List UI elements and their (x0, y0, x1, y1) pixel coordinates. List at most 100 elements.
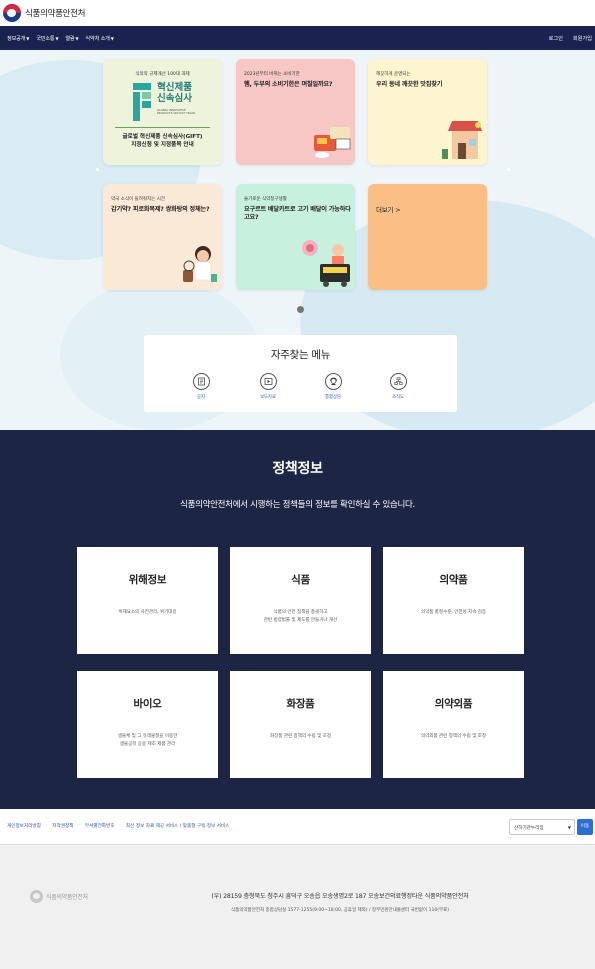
notice-icon (192, 373, 210, 390)
policy-card-cosmetics[interactable]: 화장품 화장품 관련 정책의 수립 및 조정 (230, 671, 371, 778)
restaurant-illustration (442, 121, 482, 159)
banner-card-more[interactable]: 더보기 > (368, 184, 487, 290)
quick-menu-item-notice[interactable]: 공지 (181, 373, 221, 400)
quick-menu-label: 공지 (197, 395, 205, 400)
food-package-illustration (314, 127, 351, 158)
nav-item-about[interactable]: 식약처 소개▼ (85, 35, 113, 42)
chevron-down-icon: ▼ (567, 825, 571, 830)
government-emblem-icon[interactable] (3, 4, 21, 22)
caret-down-icon: ▼ (110, 35, 114, 41)
select-value: 산하기관누리집 (514, 826, 544, 831)
banner-description: 글로벌 혁신제품 신속심사(GIFT) 지정신청 및 지정품목 안내 (103, 133, 222, 150)
banner-subtitle: 식의약 규제개선 100대 과제 (135, 72, 190, 77)
header: 식품의약품안전처 (0, 0, 595, 26)
banner-description-line: 지정신청 및 지정품목 안내 (131, 142, 194, 149)
footer-logo: 식품의약품안전처 (30, 890, 88, 903)
footer-contact: 식품의약품안전처 종합상담실 1577-1255(9:00~18:00, 공휴일… (231, 908, 449, 913)
privacy-policy-link[interactable]: 개인정보처리방침 (7, 823, 41, 829)
policy-title: 정책정보 (272, 461, 323, 477)
banner-card-expiry[interactable]: 2023년부터 바뀌는 소비기한 햄, 두부의 소비기한은 며칠일까요? (236, 59, 355, 165)
banner-subtitle: 깨끗하게 운영되는 (376, 72, 411, 77)
caret-down-icon: ▼ (55, 35, 59, 41)
affiliated-sites-select[interactable]: 산하기관누리집 ▼ (509, 819, 575, 835)
signup-link[interactable]: 회원가입 (573, 35, 592, 42)
quick-menu-label: 조직도 (392, 395, 404, 400)
consult-icon (324, 373, 342, 390)
nav-item-label: 정보공개 (7, 35, 26, 42)
policy-card-title: 의약외품 (434, 698, 473, 710)
banner-subtitle: 약국 소식이 들려줘지는 시간 (111, 197, 165, 202)
carousel-side-dot (96, 168, 99, 171)
quick-menu-item-press[interactable]: 보도자료 (248, 373, 288, 400)
copyright-policy-link[interactable]: 저작권정책 (52, 823, 73, 829)
nav-menu: 정보공개▼ 국민소통▼ 열람▼ 식약처 소개▼ (7, 35, 114, 42)
policy-card-title: 위해정보 (128, 574, 167, 586)
nav-item-info-disclosure[interactable]: 정보공개▼ (7, 35, 29, 42)
nav-item-communication[interactable]: 국민소통▼ (36, 35, 58, 42)
gift-logo-tagline: GLOBAL INNOVATIVE PRODUCTS ON FAST TRACK (157, 108, 196, 116)
policy-card-title: 바이오 (133, 698, 162, 710)
banner-title: 우리 동네 깨끗한 맛집찾기 (376, 81, 443, 88)
policy-card-title: 식품 (291, 574, 310, 586)
subscription-service-link[interactable]: 최신 정보 자료 제공 서비스 / 맞춤형 구독 정보 서비스 (126, 823, 229, 829)
policy-card-food[interactable]: 식품 식품의 안전 정책을 총괄하고 관련 법령법률 및 제도를 만들거나 개선 (230, 547, 371, 654)
policy-card-drug[interactable]: 의약품 의약품 품질수준, 안전성 지속 검증 (383, 547, 524, 654)
separator: · (45, 823, 48, 828)
footer: 식품의약품안전처 (우) 28159 충청북도 청주시 흥덕구 오송읍 오송생명… (0, 845, 595, 969)
press-icon (259, 373, 277, 390)
gift-logo-icon (133, 83, 151, 121)
account-links: 로그인 회원가입 (549, 35, 592, 42)
divider (115, 127, 210, 128)
nav-item-label: 식약처 소개 (85, 35, 110, 42)
carousel-pager-dot[interactable] (297, 306, 304, 313)
footer-address: (우) 28159 충청북도 청주시 흥덕구 오송읍 오송생명2로 187 오송… (211, 893, 469, 900)
policy-subtitle: 식품의약안전처에서 시행하는 정책들의 정보를 확인하실 수 있습니다. (180, 500, 415, 510)
footer-logo-text: 식품의약품안전처 (46, 894, 88, 901)
banner-title: 햄, 두부의 소비기한은 며칠일까요? (244, 81, 333, 88)
policy-section: 정책정보 식품의약안전처에서 시행하는 정책들의 정보를 확인하실 수 있습니다… (0, 430, 595, 809)
nav-item-browse[interactable]: 열람▼ (65, 35, 78, 42)
quick-menu-item-org[interactable]: 조직도 (378, 373, 418, 400)
banner-title: 감기약? 피로회복제? 쌍화탕의 정체는? (111, 206, 210, 213)
government-emblem-icon (30, 890, 43, 903)
delivery-cart-illustration (302, 240, 350, 287)
caret-down-icon: ▼ (26, 35, 30, 41)
policy-card-desc-line: 위해요소의 사전관리, 위기대응 (118, 610, 177, 615)
phone-directory-link[interactable]: 부서별전화번호 (85, 823, 115, 829)
policy-card-title: 화장품 (286, 698, 315, 710)
policy-card-title: 의약품 (439, 574, 468, 586)
caret-down-icon: ▼ (75, 35, 79, 41)
policy-card-desc: 의약품 품질수준, 안전성 지속 검증 (383, 609, 524, 617)
gift-logo-text: 혁신제품 신속심사 (157, 82, 192, 104)
separator: · (78, 823, 80, 828)
org-icon (389, 373, 407, 390)
policy-card-hazard[interactable]: 위해정보 위해요소의 사전관리, 위기대응 (77, 547, 218, 654)
more-link[interactable]: 더보기 > (376, 206, 401, 214)
policy-card-bio[interactable]: 바이오 생물체 및 그 유래물질을 이용한 생물공학 응용 제조 제품 관리 (77, 671, 218, 778)
site-brand[interactable]: 식품의약품안전처 (25, 7, 85, 19)
quick-menu-title: 자주찾는 메뉴 (270, 349, 331, 361)
banner-title: 요구르트 배달카트로 고기 배달이 가능하다고요? (244, 206, 351, 222)
go-button[interactable]: 이동 (577, 819, 593, 835)
policy-card-quasi-drug[interactable]: 의약외품 의약외품 관련 정책의 수립 및 조정 (383, 671, 524, 778)
banner-card-delivery[interactable]: 슬기로운 식약청구생활 요구르트 배달카트로 고기 배달이 가능하다고요? (236, 184, 355, 290)
banner-card-restaurant[interactable]: 깨끗하게 운영되는 우리 동네 깨끗한 맛집찾기 (368, 59, 487, 165)
banner-subtitle: 2023년부터 바뀌는 소비기한 (244, 72, 300, 77)
quick-menu: 자주찾는 메뉴 공지 보도자료 통합상담 조직도 (144, 335, 457, 412)
quick-menu-label: 통합상담 (325, 395, 341, 400)
banner-card-cold-medicine[interactable]: 약국 소식이 들려줘지는 시간 감기약? 피로회복제? 쌍화탕의 정체는? (103, 184, 222, 290)
separator: · (119, 823, 121, 828)
policy-card-desc-line: 화장품 관련 정책의 수립 및 조정 (270, 734, 331, 739)
main-navbar: 정보공개▼ 국민소통▼ 열람▼ 식약처 소개▼ 로그인 회원가입 (0, 26, 595, 50)
policy-card-desc-line: 생물공학 응용 제조 제품 관리 (119, 741, 176, 747)
policy-card-desc-line: 관련 법령법률 및 제도를 만들거나 개선 (263, 617, 338, 623)
quick-menu-label: 보도자료 (260, 395, 276, 400)
quick-menu-item-consult[interactable]: 통합상담 (313, 373, 353, 400)
policy-card-desc: 화장품 관련 정책의 수립 및 조정 (230, 733, 371, 741)
nav-item-label: 국민소통 (36, 35, 55, 42)
pharmacist-illustration (183, 246, 217, 282)
banner-description-line: 글로벌 혁신제품 신속심사(GIFT) (122, 134, 203, 140)
login-link[interactable]: 로그인 (549, 35, 563, 42)
banner-card-gift[interactable]: 식의약 규제개선 100대 과제 혁신제품 신속심사 GLOBAL INNOVA… (103, 59, 222, 165)
policy-card-desc-line: 식품의 안전 정책을 총괄하고 (273, 610, 328, 615)
